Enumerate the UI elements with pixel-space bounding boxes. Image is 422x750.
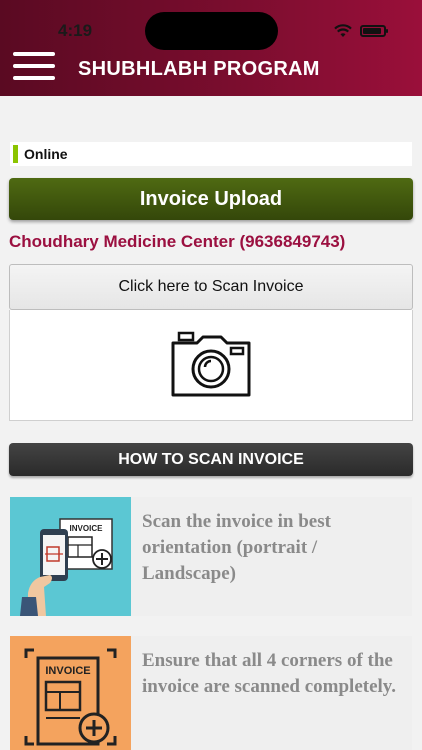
status-icons	[334, 24, 388, 38]
dynamic-island	[145, 12, 278, 50]
status-time: 4:19	[58, 21, 93, 40]
shop-name: Choudhary Medicine Center (9636849743)	[9, 232, 346, 251]
camera-icon	[171, 331, 251, 397]
app-title: SHUBHLABH PROGRAM	[78, 58, 320, 80]
instruction-card: INVOICE Scan the invoice in best orienta…	[10, 497, 412, 616]
how-to-scan-header: HOW TO SCAN INVOICE	[9, 443, 413, 476]
phone-scan-invoice-icon: INVOICE	[10, 497, 131, 616]
online-indicator	[13, 145, 18, 163]
scan-invoice-button[interactable]: Click here to Scan Invoice	[9, 264, 413, 310]
camera-capture-area[interactable]	[9, 310, 413, 421]
wifi-icon	[334, 24, 352, 37]
online-label: Online	[24, 146, 68, 162]
app-header: 4:19 SHUBHLABH PROGRAM	[0, 0, 422, 96]
battery-icon	[360, 25, 388, 37]
svg-text:INVOICE: INVOICE	[45, 665, 90, 677]
invoice-upload-button[interactable]: Invoice Upload	[9, 178, 413, 220]
hamburger-menu-icon[interactable]	[13, 52, 55, 84]
instruction-card: INVOICE Ensure that all 4 corners of the…	[10, 636, 412, 750]
invoice-corners-icon: INVOICE	[10, 636, 131, 750]
instruction-text: Scan the invoice in best orientation (po…	[142, 511, 331, 584]
svg-text:INVOICE: INVOICE	[70, 524, 104, 533]
instruction-text: Ensure that all 4 corners of the invoice…	[142, 650, 397, 697]
connection-status: Online	[10, 142, 412, 166]
